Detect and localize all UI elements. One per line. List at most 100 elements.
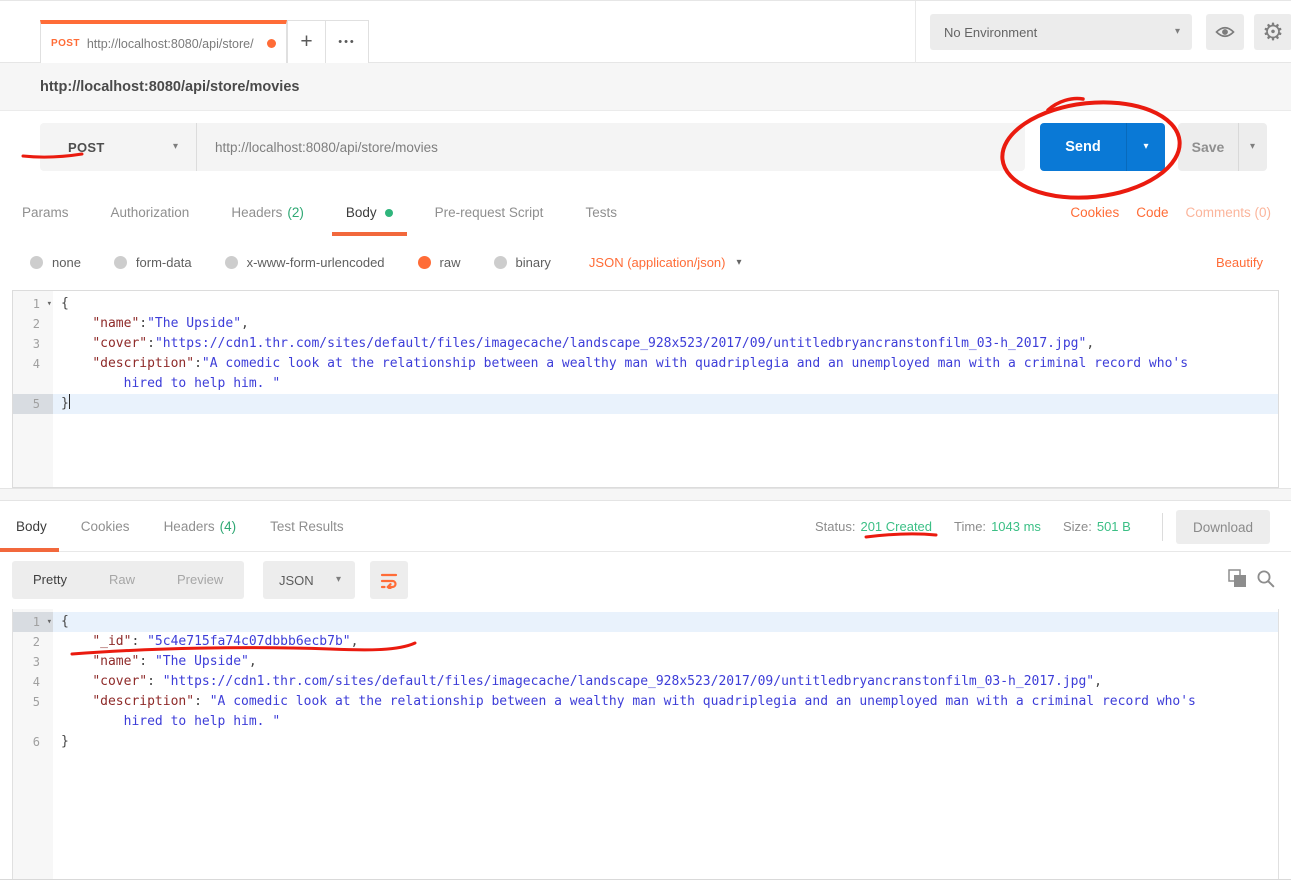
request-tabs-row: Params Authorization Headers (2) Body Pr…: [0, 189, 1291, 236]
send-button[interactable]: Send ▾: [1040, 123, 1165, 171]
view-pretty[interactable]: Pretty: [12, 561, 88, 599]
tab-pre-request-script[interactable]: Pre-request Script: [433, 189, 546, 236]
section-divider: [0, 488, 1291, 501]
tab-params[interactable]: Params: [20, 189, 71, 236]
body-type-form-data[interactable]: form-data: [114, 255, 192, 270]
editor-line[interactable]: 5 "description": "A comedic look at the …: [13, 692, 1278, 732]
time-label: Time:: [954, 519, 986, 534]
code-line[interactable]: "description":"A comedic look at the rel…: [53, 354, 1278, 394]
code-line[interactable]: "_id": "5c4e715fa74c07dbbb6ecb7b",: [53, 632, 1278, 652]
request-right-links: Cookies Code Comments (0): [1070, 189, 1271, 236]
code-line[interactable]: "cover": "https://cdn1.thr.com/sites/def…: [53, 672, 1278, 692]
comments-link[interactable]: Comments (0): [1185, 205, 1271, 220]
environment-select[interactable]: No Environment ▾: [930, 14, 1192, 50]
copy-response-button[interactable]: [1228, 569, 1247, 593]
send-options-button[interactable]: ▾: [1126, 123, 1165, 171]
environment-quicklook-button[interactable]: [1206, 14, 1244, 50]
tab-options-button[interactable]: •••: [325, 20, 369, 63]
code-line[interactable]: {: [53, 612, 1278, 632]
code-line[interactable]: }: [53, 732, 1278, 752]
editor-line[interactable]: 4 "cover": "https://cdn1.thr.com/sites/d…: [13, 672, 1278, 692]
view-preview[interactable]: Preview: [156, 561, 244, 599]
editor-line[interactable]: 3 "cover":"https://cdn1.thr.com/sites/de…: [13, 334, 1278, 354]
tab-headers[interactable]: Headers (2): [229, 189, 306, 236]
code-line[interactable]: "name": "The Upside",: [53, 652, 1278, 672]
editor-line[interactable]: 6}: [13, 732, 1278, 752]
send-label: Send: [1040, 123, 1126, 171]
editor-line[interactable]: 4 "description":"A comedic look at the r…: [13, 354, 1278, 394]
method-select[interactable]: POST ▾: [40, 123, 197, 171]
content-type-select[interactable]: JSON (application/json) ▾: [589, 255, 742, 270]
tab-authorization[interactable]: Authorization: [109, 189, 192, 236]
chevron-down-icon: ▾: [1143, 142, 1148, 152]
response-tab-cookies[interactable]: Cookies: [79, 501, 132, 552]
code-link[interactable]: Code: [1136, 205, 1168, 220]
url-group: POST ▾ http://localhost:8080/api/store/m…: [40, 123, 1025, 171]
view-raw[interactable]: Raw: [88, 561, 156, 599]
tab-tests[interactable]: Tests: [583, 189, 619, 236]
response-format-label: JSON: [279, 573, 314, 588]
header-divider: [915, 1, 916, 63]
radio-icon: [114, 256, 127, 269]
response-tab-headers[interactable]: Headers (4): [162, 501, 239, 552]
settings-button[interactable]: ⚙: [1254, 14, 1291, 50]
size-value: 501 B: [1097, 519, 1131, 534]
editor-line[interactable]: 1▾{: [13, 612, 1278, 632]
save-options-button[interactable]: ▾: [1238, 123, 1266, 171]
response-tab-body-label: Body: [16, 519, 47, 534]
editor-line[interactable]: 2 "name":"The Upside",: [13, 314, 1278, 334]
line-number: 4: [13, 672, 53, 692]
environment-label: No Environment: [944, 25, 1037, 40]
response-view-group: Pretty Raw Preview: [12, 561, 244, 599]
code-line[interactable]: "description": "A comedic look at the re…: [53, 692, 1278, 732]
editor-line[interactable]: 3 "name": "The Upside",: [13, 652, 1278, 672]
fold-toggle-icon[interactable]: ▾: [47, 612, 52, 632]
code-line[interactable]: }: [53, 394, 1278, 414]
beautify-link[interactable]: Beautify: [1216, 255, 1263, 270]
response-format-select[interactable]: JSON ▾: [263, 561, 355, 599]
new-tab-button[interactable]: +: [287, 20, 326, 63]
fold-toggle-icon[interactable]: ▾: [47, 294, 52, 314]
cookies-link[interactable]: Cookies: [1070, 205, 1119, 220]
response-tab-test-results[interactable]: Test Results: [268, 501, 346, 552]
response-toolbar: Pretty Raw Preview JSON ▾: [0, 552, 1291, 609]
text-cursor: [69, 394, 71, 409]
response-editor-lines[interactable]: 1▾{2 "_id": "5c4e715fa74c07dbbb6ecb7b",3…: [13, 609, 1278, 752]
body-type-raw-label: raw: [440, 255, 461, 270]
body-type-raw[interactable]: raw: [418, 255, 461, 270]
response-tabs: Body Cookies Headers (4) Test Results: [14, 501, 346, 552]
status-item: Status:201 Created: [815, 519, 932, 534]
wrap-text-button[interactable]: [370, 561, 408, 599]
body-type-binary[interactable]: binary: [494, 255, 551, 270]
breadcrumb-bar: http://localhost:8080/api/store/movies: [0, 63, 1291, 111]
request-tabs: Params Authorization Headers (2) Body Pr…: [20, 189, 619, 236]
body-type-urlencoded[interactable]: x-www-form-urlencoded: [225, 255, 385, 270]
search-response-button[interactable]: [1256, 569, 1275, 593]
tab-tests-label: Tests: [585, 205, 617, 220]
search-icon: [1256, 569, 1275, 588]
response-tab-cookies-label: Cookies: [81, 519, 130, 534]
code-line[interactable]: "cover":"https://cdn1.thr.com/sites/defa…: [53, 334, 1278, 354]
gear-icon: ⚙: [1262, 20, 1284, 44]
body-type-none[interactable]: none: [30, 255, 81, 270]
tab-body[interactable]: Body: [344, 189, 395, 236]
content-type-label: JSON (application/json): [589, 255, 726, 270]
save-button[interactable]: Save ▾: [1178, 123, 1267, 171]
response-body-editor[interactable]: 1▾{2 "_id": "5c4e715fa74c07dbbb6ecb7b",3…: [12, 609, 1279, 879]
editor-line[interactable]: 2 "_id": "5c4e715fa74c07dbbb6ecb7b",: [13, 632, 1278, 652]
request-body-editor[interactable]: 1▾{2 "name":"The Upside",3 "cover":"http…: [12, 290, 1279, 488]
response-tab-body[interactable]: Body: [14, 501, 49, 552]
code-line[interactable]: "name":"The Upside",: [53, 314, 1278, 334]
line-number: 6: [13, 732, 53, 752]
line-number: 2: [13, 632, 53, 652]
editor-line[interactable]: 1▾{: [13, 294, 1278, 314]
line-number: 5: [13, 692, 53, 732]
download-button[interactable]: Download: [1176, 510, 1270, 544]
radio-icon: [30, 256, 43, 269]
request-tab[interactable]: POST http://localhost:8080/api/store/: [40, 20, 287, 63]
request-url-input[interactable]: http://localhost:8080/api/store/movies: [197, 123, 1025, 171]
code-line[interactable]: {: [53, 294, 1278, 314]
headers-count-badge: (2): [287, 205, 304, 220]
request-editor-lines[interactable]: 1▾{2 "name":"The Upside",3 "cover":"http…: [13, 291, 1278, 414]
editor-line[interactable]: 5}: [13, 394, 1278, 414]
